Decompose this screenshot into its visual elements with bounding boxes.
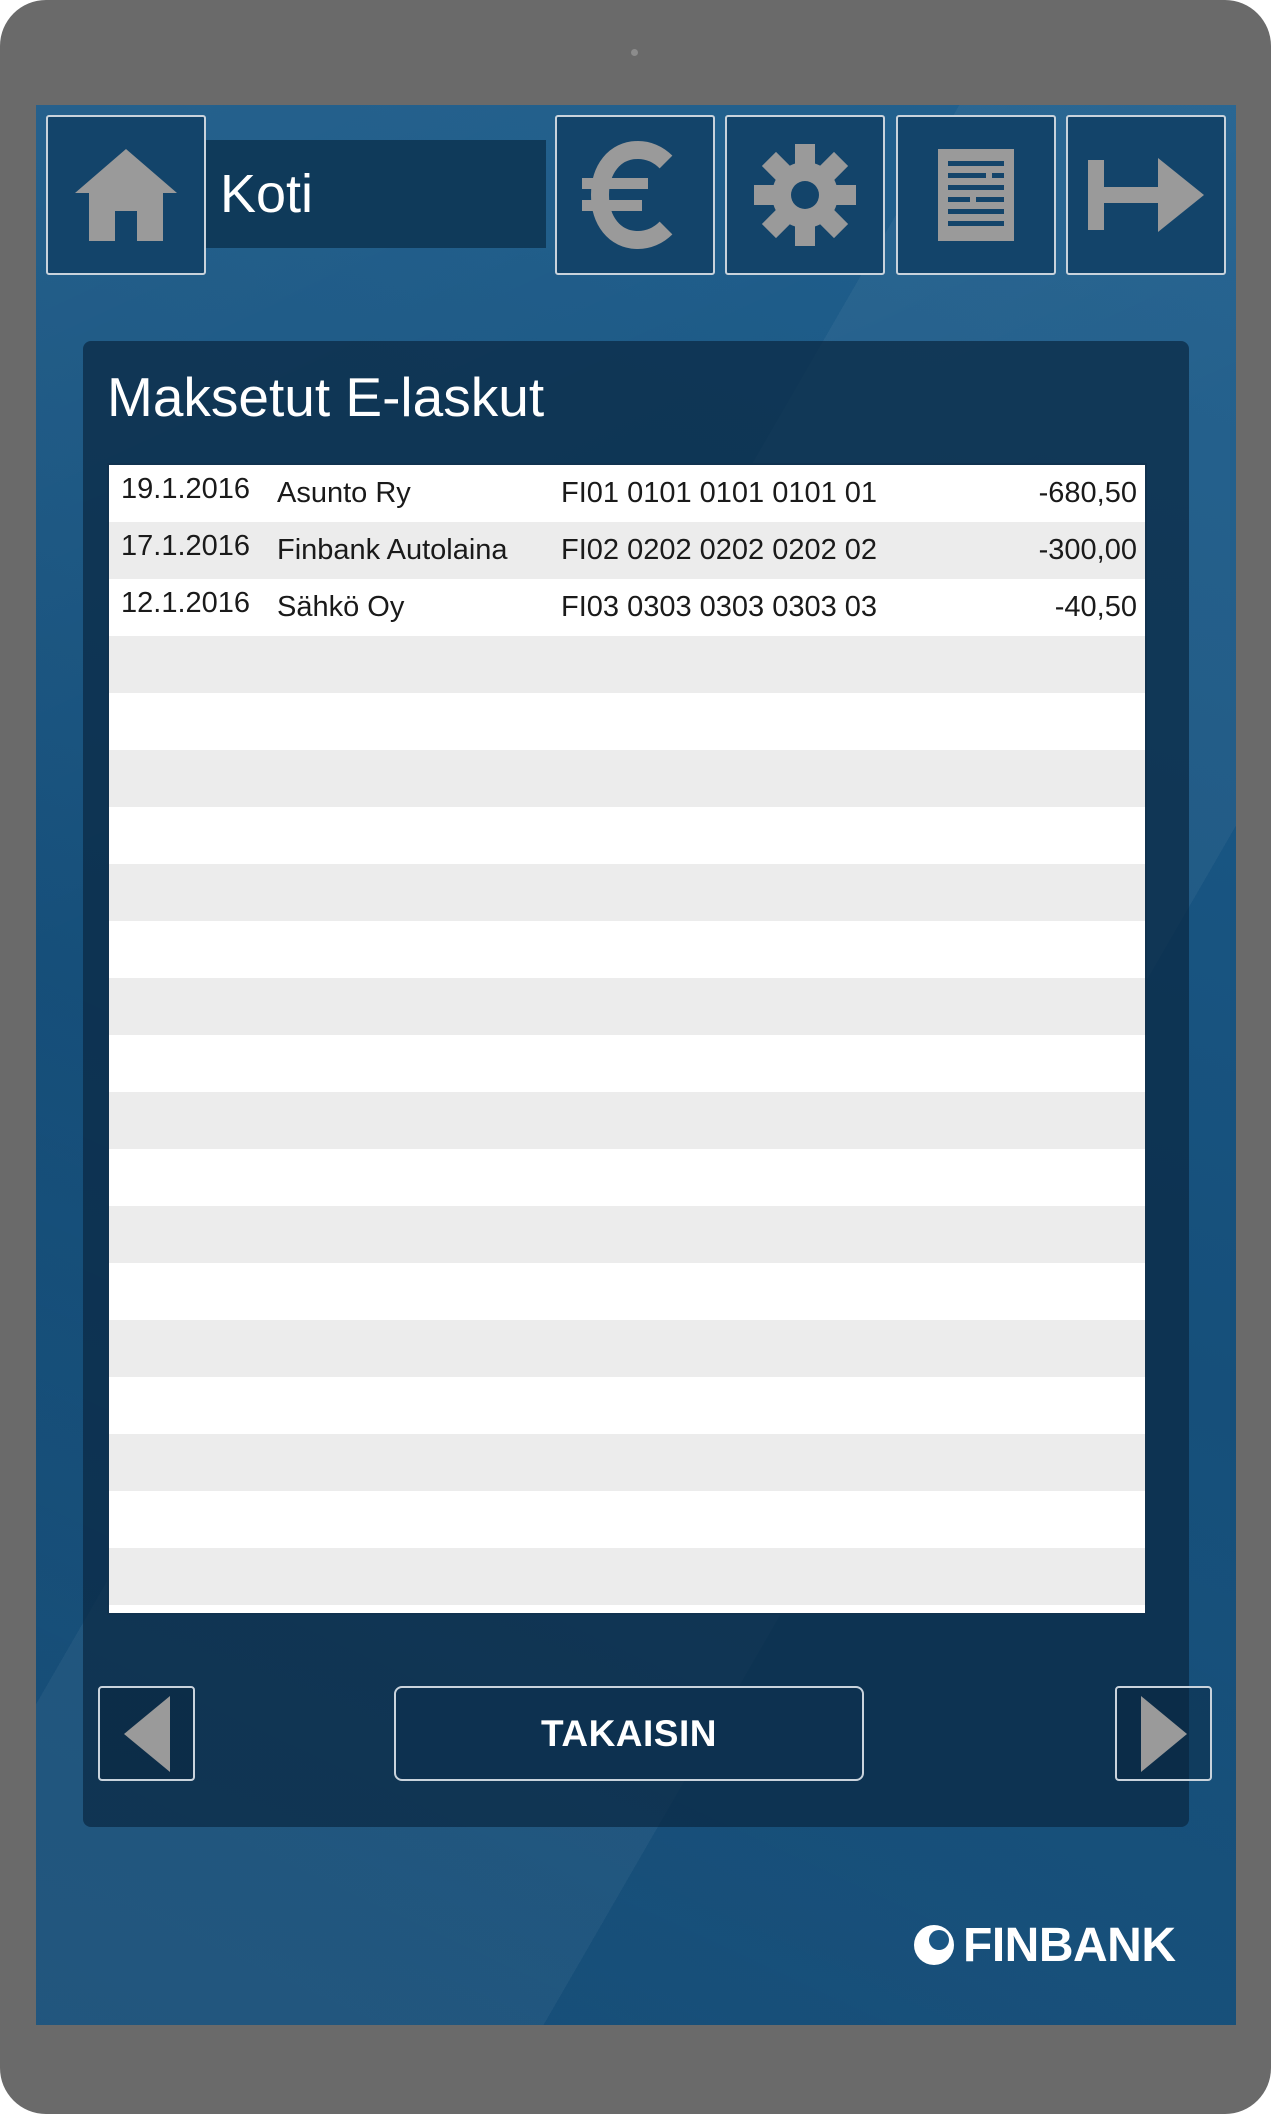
empty-row [109, 921, 1145, 978]
logout-icon [1088, 158, 1204, 232]
invoice-date: 17.1.2016 [121, 530, 251, 562]
finbank-logo: FINBANK [913, 1917, 1176, 1973]
empty-row [109, 1491, 1145, 1548]
empty-row [109, 1434, 1145, 1491]
euro-icon [582, 140, 673, 250]
invoice-date: 19.1.2016 [121, 473, 251, 505]
invoice-amount: -40,50 [1054, 591, 1137, 623]
invoice-account: FI02 0202 0202 0202 02 [561, 534, 878, 566]
back-button[interactable]: TAKAISIN [394, 1686, 864, 1781]
settings-button[interactable] [725, 115, 885, 275]
invoice-date: 12.1.2016 [121, 587, 251, 619]
app-screen: Koti Maksetut E-laskut 19.1.2016 Asunto … [36, 105, 1236, 2025]
invoice-table: 19.1.2016 Asunto Ry FI01 0101 0101 0101 … [107, 463, 1147, 1615]
page-title: Maksetut E-laskut [107, 366, 545, 428]
logout-button[interactable] [1066, 115, 1226, 275]
empty-row [109, 807, 1145, 864]
camera-dot [631, 49, 638, 56]
payments-button[interactable] [555, 115, 715, 275]
triangle-right-icon [1140, 1695, 1187, 1772]
empty-row [109, 1377, 1145, 1434]
invoice-payee: Asunto Ry [277, 477, 411, 509]
empty-row [109, 1263, 1145, 1320]
table-row[interactable]: 17.1.2016 Finbank Autolaina FI02 0202 02… [109, 522, 1145, 579]
tablet-frame: Koti Maksetut E-laskut 19.1.2016 Asunto … [0, 0, 1271, 2114]
home-icon [75, 149, 177, 241]
invoice-payee: Finbank Autolaina [277, 534, 508, 566]
home-button[interactable] [46, 115, 206, 275]
gear-icon [754, 144, 856, 246]
empty-row [109, 1035, 1145, 1092]
empty-row [109, 750, 1145, 807]
empty-row [109, 864, 1145, 921]
invoice-account: FI01 0101 0101 0101 01 [561, 477, 878, 509]
empty-row [109, 693, 1145, 750]
logo-text: FINBANK [963, 1918, 1176, 1972]
empty-row [109, 978, 1145, 1035]
paid-einvoices-panel: Maksetut E-laskut 19.1.2016 Asunto Ry FI… [83, 341, 1212, 1827]
invoice-payee: Sähkö Oy [277, 591, 405, 623]
triangle-left-icon [123, 1695, 170, 1772]
invoice-amount: -680,50 [1038, 477, 1137, 509]
next-page-button[interactable] [1115, 1686, 1212, 1781]
table-row[interactable]: 19.1.2016 Asunto Ry FI01 0101 0101 0101 … [109, 465, 1145, 522]
table-row[interactable]: 12.1.2016 Sähkö Oy FI03 0303 0303 0303 0… [109, 579, 1145, 636]
previous-page-button[interactable] [98, 1686, 195, 1781]
home-label-box: Koti [206, 140, 546, 248]
empty-row [109, 1548, 1145, 1605]
empty-row [109, 1206, 1145, 1263]
empty-row [109, 636, 1145, 693]
document-icon [938, 149, 1014, 241]
statements-button[interactable] [896, 115, 1056, 275]
empty-row [109, 1605, 1145, 1613]
empty-row [109, 1320, 1145, 1377]
page-breadcrumb: Koti [220, 164, 314, 224]
empty-row [109, 1092, 1145, 1149]
empty-row [109, 1149, 1145, 1206]
invoice-account: FI03 0303 0303 0303 03 [561, 591, 878, 623]
invoice-amount: -300,00 [1038, 534, 1137, 566]
finbank-logo-mark-icon [914, 1925, 954, 1965]
